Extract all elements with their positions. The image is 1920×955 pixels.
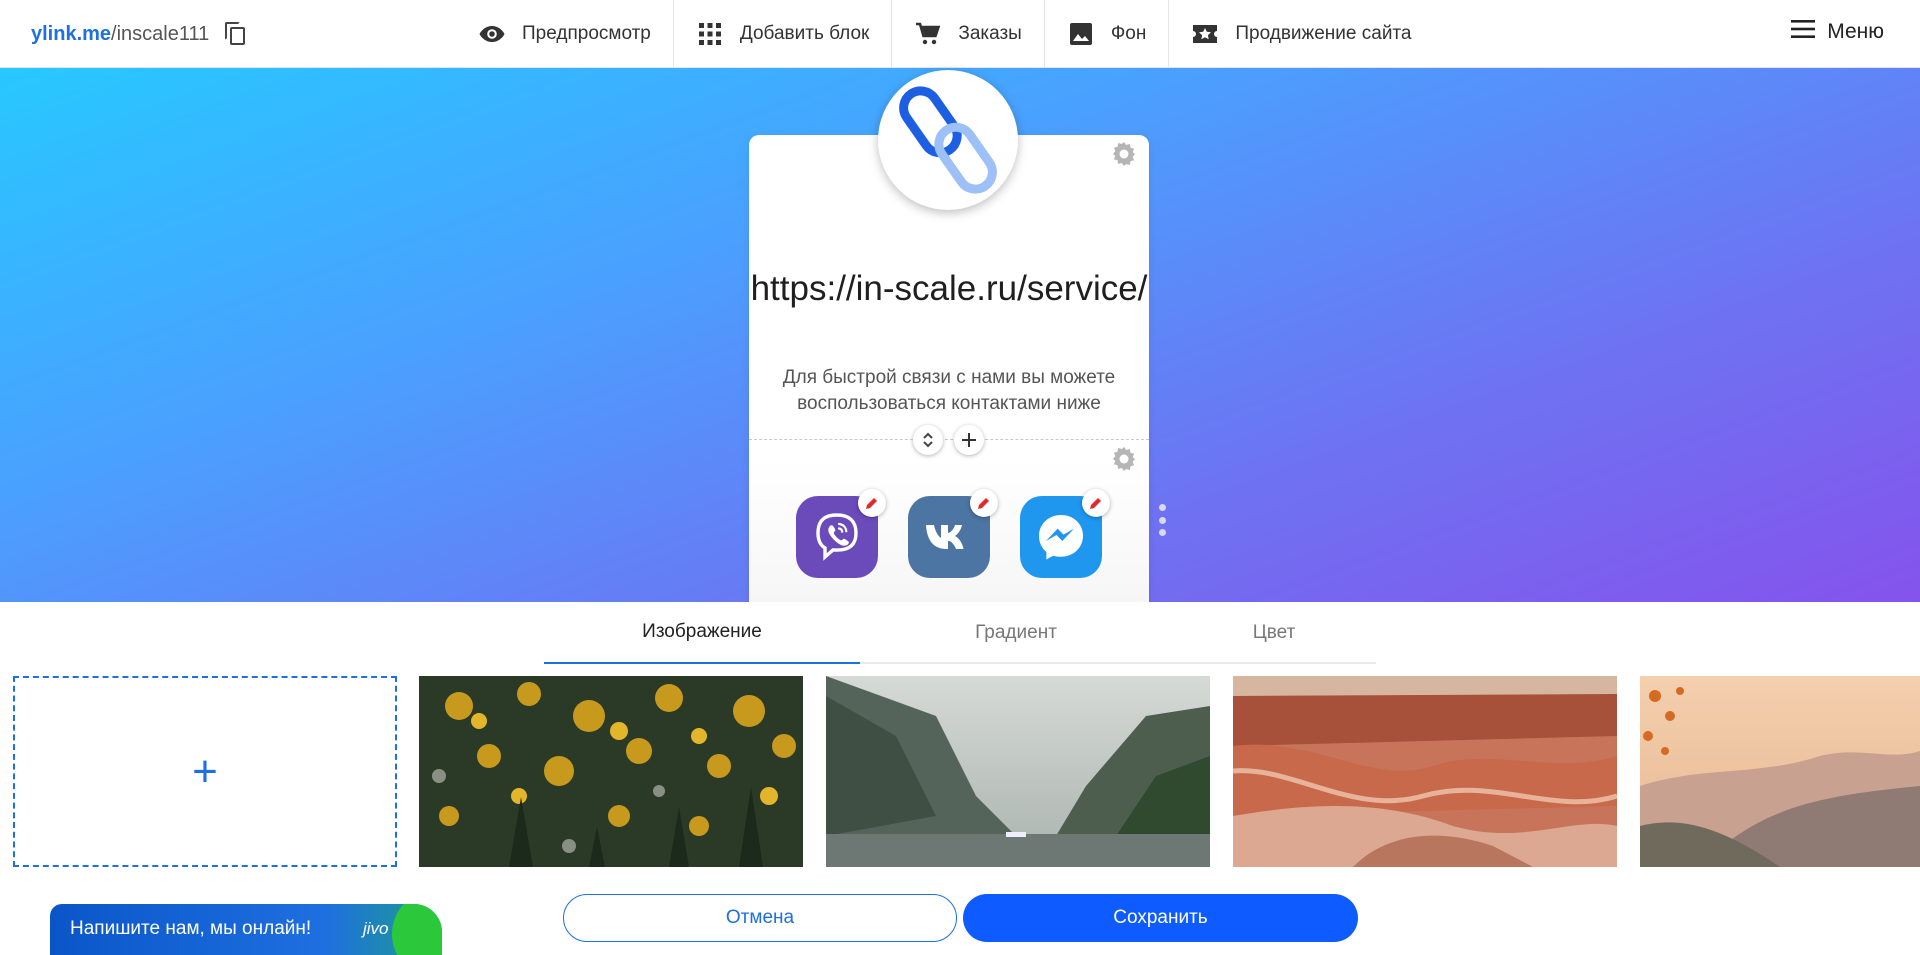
- page-headline[interactable]: https://in-scale.ru/service/: [749, 270, 1149, 307]
- orders-button[interactable]: Заказы: [892, 0, 1045, 68]
- cart-icon: [914, 20, 942, 48]
- gear-icon[interactable]: [1111, 446, 1137, 472]
- add-block-button[interactable]: Добавить блок: [674, 0, 893, 68]
- orders-label: Заказы: [958, 23, 1022, 44]
- add-block-inline-button[interactable]: [954, 425, 984, 455]
- grid-icon: [696, 20, 724, 48]
- block-divider: [749, 439, 1149, 440]
- upload-image-button[interactable]: +: [13, 676, 397, 867]
- chat-widget[interactable]: Напишите нам, мы онлайн! jivo: [50, 904, 442, 955]
- cancel-button[interactable]: Отмена: [563, 894, 957, 942]
- background-thumbnail-canyon[interactable]: [1233, 676, 1617, 867]
- site-address[interactable]: ylink.me /inscale111: [31, 22, 247, 46]
- gear-icon[interactable]: [1111, 141, 1137, 167]
- edit-viber-button[interactable]: [858, 489, 886, 517]
- save-button[interactable]: Сохранить: [963, 894, 1358, 942]
- background-button[interactable]: Фон: [1045, 0, 1170, 68]
- background-thumbnail-hills[interactable]: [1640, 676, 1920, 867]
- move-block-button[interactable]: [913, 425, 943, 455]
- image-icon: [1067, 20, 1095, 48]
- tab-image[interactable]: Изображение: [544, 602, 860, 664]
- pencil-icon: [1090, 498, 1101, 509]
- messenger-icon: [1039, 515, 1083, 560]
- chat-status-indicator: [392, 904, 442, 955]
- background-thumbnail-fjord[interactable]: [826, 676, 1210, 867]
- promotion-button[interactable]: Продвижение сайта: [1169, 0, 1433, 68]
- site-slug: /inscale111: [111, 22, 210, 45]
- top-nav: Предпросмотр Добавить блок Заказы Фон Пр…: [456, 0, 1434, 68]
- hamburger-icon: [1791, 20, 1816, 44]
- avatar[interactable]: [878, 70, 1018, 210]
- menu-button[interactable]: Меню: [1791, 20, 1884, 44]
- jivo-logo: jivo: [363, 919, 389, 938]
- eye-icon: [478, 20, 506, 48]
- drag-handle[interactable]: [1158, 504, 1166, 536]
- background-tabs: Изображение Градиент Цвет: [544, 602, 1376, 664]
- pencil-icon: [978, 498, 989, 509]
- chat-widget-text: Напишите нам, мы онлайн!: [70, 918, 312, 939]
- page-description[interactable]: Для быстрой связи с нами вы можете воспо…: [769, 365, 1129, 417]
- viber-icon: [816, 513, 858, 561]
- plus-icon: [962, 433, 976, 447]
- vk-icon: [926, 525, 964, 549]
- ticket-star-icon: [1191, 20, 1219, 48]
- edit-messenger-button[interactable]: [1082, 489, 1110, 517]
- menu-label: Меню: [1827, 20, 1884, 43]
- tab-color[interactable]: Цвет: [1172, 602, 1376, 664]
- copy-icon[interactable]: [225, 22, 247, 46]
- background-label: Фон: [1110, 23, 1147, 44]
- link-logo-icon: [899, 86, 997, 194]
- preview-label: Предпросмотр: [522, 23, 651, 44]
- plus-icon: +: [192, 746, 218, 796]
- promotion-label: Продвижение сайта: [1235, 23, 1412, 44]
- pencil-icon: [866, 498, 877, 509]
- tab-gradient[interactable]: Градиент: [860, 602, 1172, 664]
- site-domain: ylink.me: [31, 22, 112, 45]
- add-block-label: Добавить блок: [739, 23, 870, 44]
- up-down-arrows-icon: [923, 432, 933, 448]
- edit-vk-button[interactable]: [970, 489, 998, 517]
- top-bar: ylink.me /inscale111 Предпросмотр Добави…: [0, 0, 1920, 68]
- background-thumbnail-forest[interactable]: [419, 676, 803, 867]
- preview-button[interactable]: Предпросмотр: [456, 0, 674, 68]
